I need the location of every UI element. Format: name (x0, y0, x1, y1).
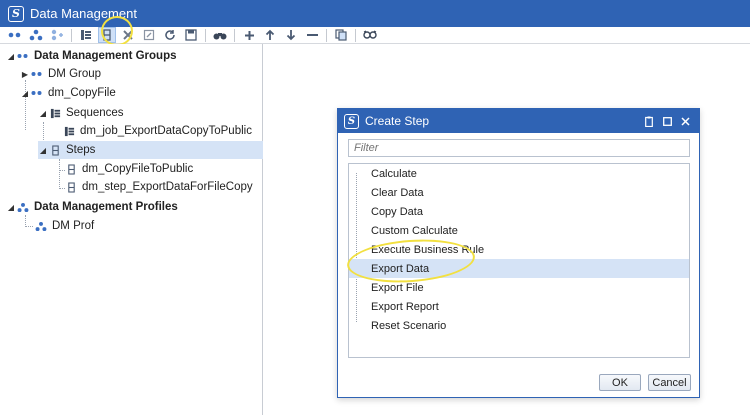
tree-label: Data Management Groups (34, 50, 177, 62)
collapse-icon[interactable]: ◢ (6, 52, 16, 61)
search-icon[interactable] (211, 27, 229, 43)
app-logo-icon: S (8, 5, 24, 22)
move-up-icon[interactable] (261, 27, 279, 43)
dialog-title: Create Step (365, 114, 430, 128)
tree-item-step[interactable]: dm_CopyFileToPublic (64, 160, 263, 178)
remove-icon[interactable] (303, 27, 321, 43)
list-item-custom-calculate[interactable]: Custom Calculate (349, 221, 689, 240)
group-icon (30, 86, 44, 100)
sequence-icon (48, 106, 62, 120)
tree-item-steps[interactable]: ◢ Steps (38, 141, 263, 159)
tree-label: dm_step_ExportDataForFileCopy (82, 181, 253, 193)
tree-item-dm-copyfile[interactable]: ◢ dm_CopyFile (20, 84, 263, 102)
cluster-icon (34, 219, 48, 233)
tree-item-dm-prof[interactable]: DM Prof (34, 217, 263, 235)
toolbar-separator (326, 28, 327, 42)
move-down-icon[interactable] (282, 27, 300, 43)
list-item-reset-scenario[interactable]: Reset Scenario (349, 316, 689, 335)
tree-item-sequence[interactable]: dm_job_ExportDataCopyToPublic (62, 122, 263, 140)
collapse-icon[interactable]: ◢ (6, 203, 16, 212)
toolbar-separator (71, 28, 72, 42)
collapse-icon[interactable]: ◢ (38, 109, 48, 118)
dialog-controls (639, 113, 693, 129)
step-icon (48, 143, 62, 157)
cluster-icon[interactable] (27, 27, 45, 43)
save-icon[interactable] (182, 27, 200, 43)
app-logo-icon: S (344, 113, 359, 129)
tree-label: dm_CopyFile (48, 87, 116, 99)
cancel-button[interactable]: Cancel (648, 374, 691, 391)
group-icon (16, 49, 30, 63)
clipboard-icon[interactable] (641, 113, 657, 129)
tree-label: Data Management Profiles (34, 201, 178, 213)
tree-item-dm-group[interactable]: ▶ DM Group (20, 65, 263, 83)
expand-icon[interactable]: ▶ (20, 70, 30, 79)
list-item-clear-data[interactable]: Clear Data (349, 183, 689, 202)
tree-label: dm_CopyFileToPublic (82, 163, 194, 175)
ok-button[interactable]: OK (599, 374, 641, 391)
sequence-icon (62, 124, 76, 138)
tree-label: DM Prof (52, 220, 95, 232)
sequence-icon[interactable] (77, 27, 95, 43)
view-icon[interactable] (361, 27, 379, 43)
tree-label: DM Group (48, 68, 102, 80)
tree-item-step[interactable]: dm_step_ExportDataForFileCopy (64, 178, 263, 196)
cluster-add-icon[interactable] (48, 27, 66, 43)
toolbar-separator (234, 28, 235, 42)
collapse-icon[interactable]: ◢ (20, 89, 30, 98)
toolbar-separator (205, 28, 206, 42)
close-icon[interactable] (677, 113, 693, 129)
step-icon (64, 180, 78, 194)
collapse-icon[interactable]: ◢ (38, 146, 48, 155)
tree-item-sequences[interactable]: ◢ Sequences (38, 104, 263, 122)
filter-input[interactable] (348, 139, 690, 157)
group-icon[interactable] (6, 27, 24, 43)
rename-icon[interactable] (140, 27, 158, 43)
list-item-calculate[interactable]: Calculate (349, 164, 689, 183)
tree-label: dm_job_ExportDataCopyToPublic (80, 125, 252, 137)
tree-item-profiles[interactable]: ◢ Data Management Profiles (6, 198, 263, 216)
toolbar-separator (355, 28, 356, 42)
add-icon[interactable] (240, 27, 258, 43)
list-item-copy-data[interactable]: Copy Data (349, 202, 689, 221)
tree-label: Steps (66, 144, 96, 156)
tree-label: Sequences (66, 107, 124, 119)
tree-item-groups[interactable]: ◢ Data Management Groups (6, 47, 263, 65)
annotation-circle (101, 16, 133, 46)
cluster-icon (16, 200, 30, 214)
step-icon (64, 162, 78, 176)
maximize-icon[interactable] (659, 113, 675, 129)
list-item-export-report[interactable]: Export Report (349, 297, 689, 316)
refresh-icon[interactable] (161, 27, 179, 43)
copy-icon[interactable] (332, 27, 350, 43)
dialog-title-bar[interactable]: S Create Step (338, 109, 699, 133)
group-icon (30, 67, 44, 81)
tree-panel: ◢ Data Management Groups ▶ DM Group ◢ dm… (0, 44, 263, 415)
